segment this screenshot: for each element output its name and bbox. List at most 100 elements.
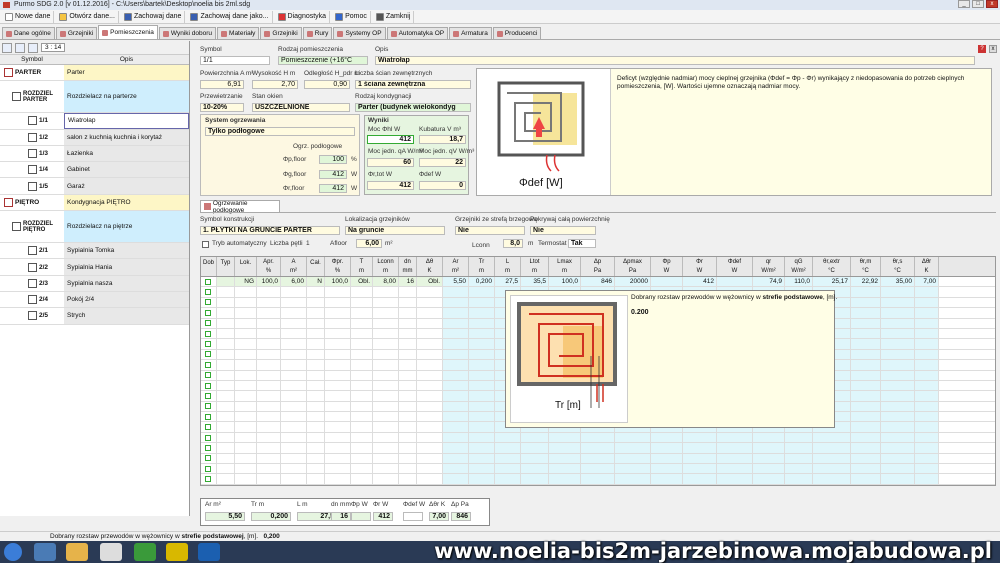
grid-cell[interactable] (201, 401, 217, 412)
grid-cell[interactable] (281, 360, 307, 370)
grid-cell[interactable] (201, 277, 217, 287)
menu-item-6[interactable]: Zamknij (373, 10, 415, 23)
grid-cell[interactable] (307, 401, 325, 412)
grid-cell[interactable] (813, 432, 851, 443)
grid-cell[interactable] (307, 453, 325, 464)
grid-cell[interactable] (351, 297, 373, 308)
grid-cell[interactable] (257, 339, 281, 349)
row-checkbox[interactable] (204, 434, 211, 441)
grid-cell[interactable] (881, 328, 915, 339)
grid-cell[interactable] (217, 328, 235, 339)
grid-cell[interactable] (785, 432, 813, 443)
grid-cell[interactable] (469, 287, 495, 297)
grid-cell[interactable] (399, 412, 417, 422)
grid-cell[interactable] (257, 443, 281, 453)
grid-cell[interactable] (915, 318, 939, 328)
grid-cell[interactable] (443, 453, 469, 464)
grid-cell[interactable] (881, 401, 915, 412)
grid-cell[interactable] (325, 380, 351, 391)
system-select[interactable]: Tylko podłogowe (205, 127, 355, 136)
grid-cell[interactable] (469, 360, 495, 370)
grid-cell[interactable] (469, 422, 495, 432)
grid-cell[interactable] (351, 474, 373, 484)
grid-cell[interactable] (581, 432, 615, 443)
grid-cell[interactable] (201, 474, 217, 484)
grid-cell[interactable] (235, 328, 257, 339)
row-checkbox[interactable] (204, 309, 211, 316)
close-window-button[interactable]: x (986, 0, 998, 8)
grid-cell[interactable] (201, 308, 217, 318)
grid-cell[interactable] (417, 297, 443, 308)
grid-cell[interactable] (443, 339, 469, 349)
afloor-input[interactable]: 6,00 (356, 239, 382, 248)
grid-cell[interactable] (325, 370, 351, 380)
grid-cell[interactable] (495, 464, 521, 474)
grid-cell[interactable] (217, 443, 235, 453)
grid-cell[interactable] (443, 432, 469, 443)
grid-cell[interactable] (325, 401, 351, 412)
grid-cell[interactable] (851, 308, 881, 318)
tree-item[interactable]: PARTER Parter (0, 65, 189, 82)
grid-cell[interactable] (201, 297, 217, 308)
grid-cell[interactable]: 100,0 (325, 277, 351, 287)
grid-cell[interactable] (851, 339, 881, 349)
storey-select[interactable]: Parter (budynek wielokondyg (355, 103, 471, 112)
grid-cell[interactable] (307, 464, 325, 474)
grid-cell[interactable] (307, 370, 325, 380)
grid-cell[interactable] (443, 401, 469, 412)
grid-cell[interactable] (235, 432, 257, 443)
media-icon[interactable] (100, 543, 122, 561)
grid-cell[interactable] (915, 360, 939, 370)
grid-cell[interactable] (373, 432, 399, 443)
grid-cell[interactable] (325, 349, 351, 360)
grid-cell[interactable] (325, 328, 351, 339)
grid-cell[interactable] (417, 349, 443, 360)
grid-cell[interactable] (217, 308, 235, 318)
grid-cell[interactable] (201, 464, 217, 474)
grid-cell[interactable] (549, 474, 581, 484)
grid-cell[interactable] (915, 401, 939, 412)
grid-cell[interactable] (217, 391, 235, 401)
grid-cell[interactable] (417, 360, 443, 370)
grid-cell[interactable]: 8,00 (373, 277, 399, 287)
grid-cell[interactable] (417, 339, 443, 349)
row-checkbox[interactable] (204, 382, 211, 389)
row-checkbox[interactable] (204, 330, 211, 337)
table-row[interactable] (201, 443, 995, 454)
grid-cell[interactable] (813, 453, 851, 464)
grid-cell[interactable] (851, 360, 881, 370)
grid-cell[interactable] (469, 339, 495, 349)
table-row[interactable] (201, 432, 995, 444)
grid-cell[interactable] (443, 464, 469, 474)
grid-cell[interactable] (235, 422, 257, 432)
grid-cell[interactable] (281, 443, 307, 453)
grid-cell[interactable] (217, 339, 235, 349)
grid-cell[interactable] (443, 328, 469, 339)
grid-cell[interactable] (443, 391, 469, 401)
grid-cell[interactable] (469, 412, 495, 422)
grid-cell[interactable]: 846 (581, 277, 615, 287)
grid-cell[interactable]: 22,92 (851, 277, 881, 287)
grid-cell[interactable] (217, 287, 235, 297)
grid-cell[interactable] (307, 443, 325, 453)
grid-cell[interactable] (281, 339, 307, 349)
close-icon[interactable]: x (989, 45, 997, 53)
grid-cell[interactable] (257, 349, 281, 360)
grid-cell[interactable] (915, 412, 939, 422)
grid-cell[interactable] (469, 308, 495, 318)
minimize-button[interactable]: _ (958, 0, 970, 8)
grid-cell[interactable] (257, 360, 281, 370)
grid-cell[interactable] (443, 380, 469, 391)
grid-cell[interactable] (443, 360, 469, 370)
grid-cell[interactable] (717, 443, 753, 453)
grid-cell[interactable] (307, 391, 325, 401)
grid-cell[interactable] (281, 453, 307, 464)
grid-cell[interactable]: 20000 (615, 277, 651, 287)
grid-cell[interactable] (881, 422, 915, 432)
grid-cell[interactable] (257, 287, 281, 297)
grid-cell[interactable] (399, 432, 417, 443)
grid-cell[interactable] (881, 432, 915, 443)
grid-cell[interactable] (201, 328, 217, 339)
grid-cell[interactable] (217, 318, 235, 328)
cover-select[interactable]: Nie (530, 226, 596, 235)
